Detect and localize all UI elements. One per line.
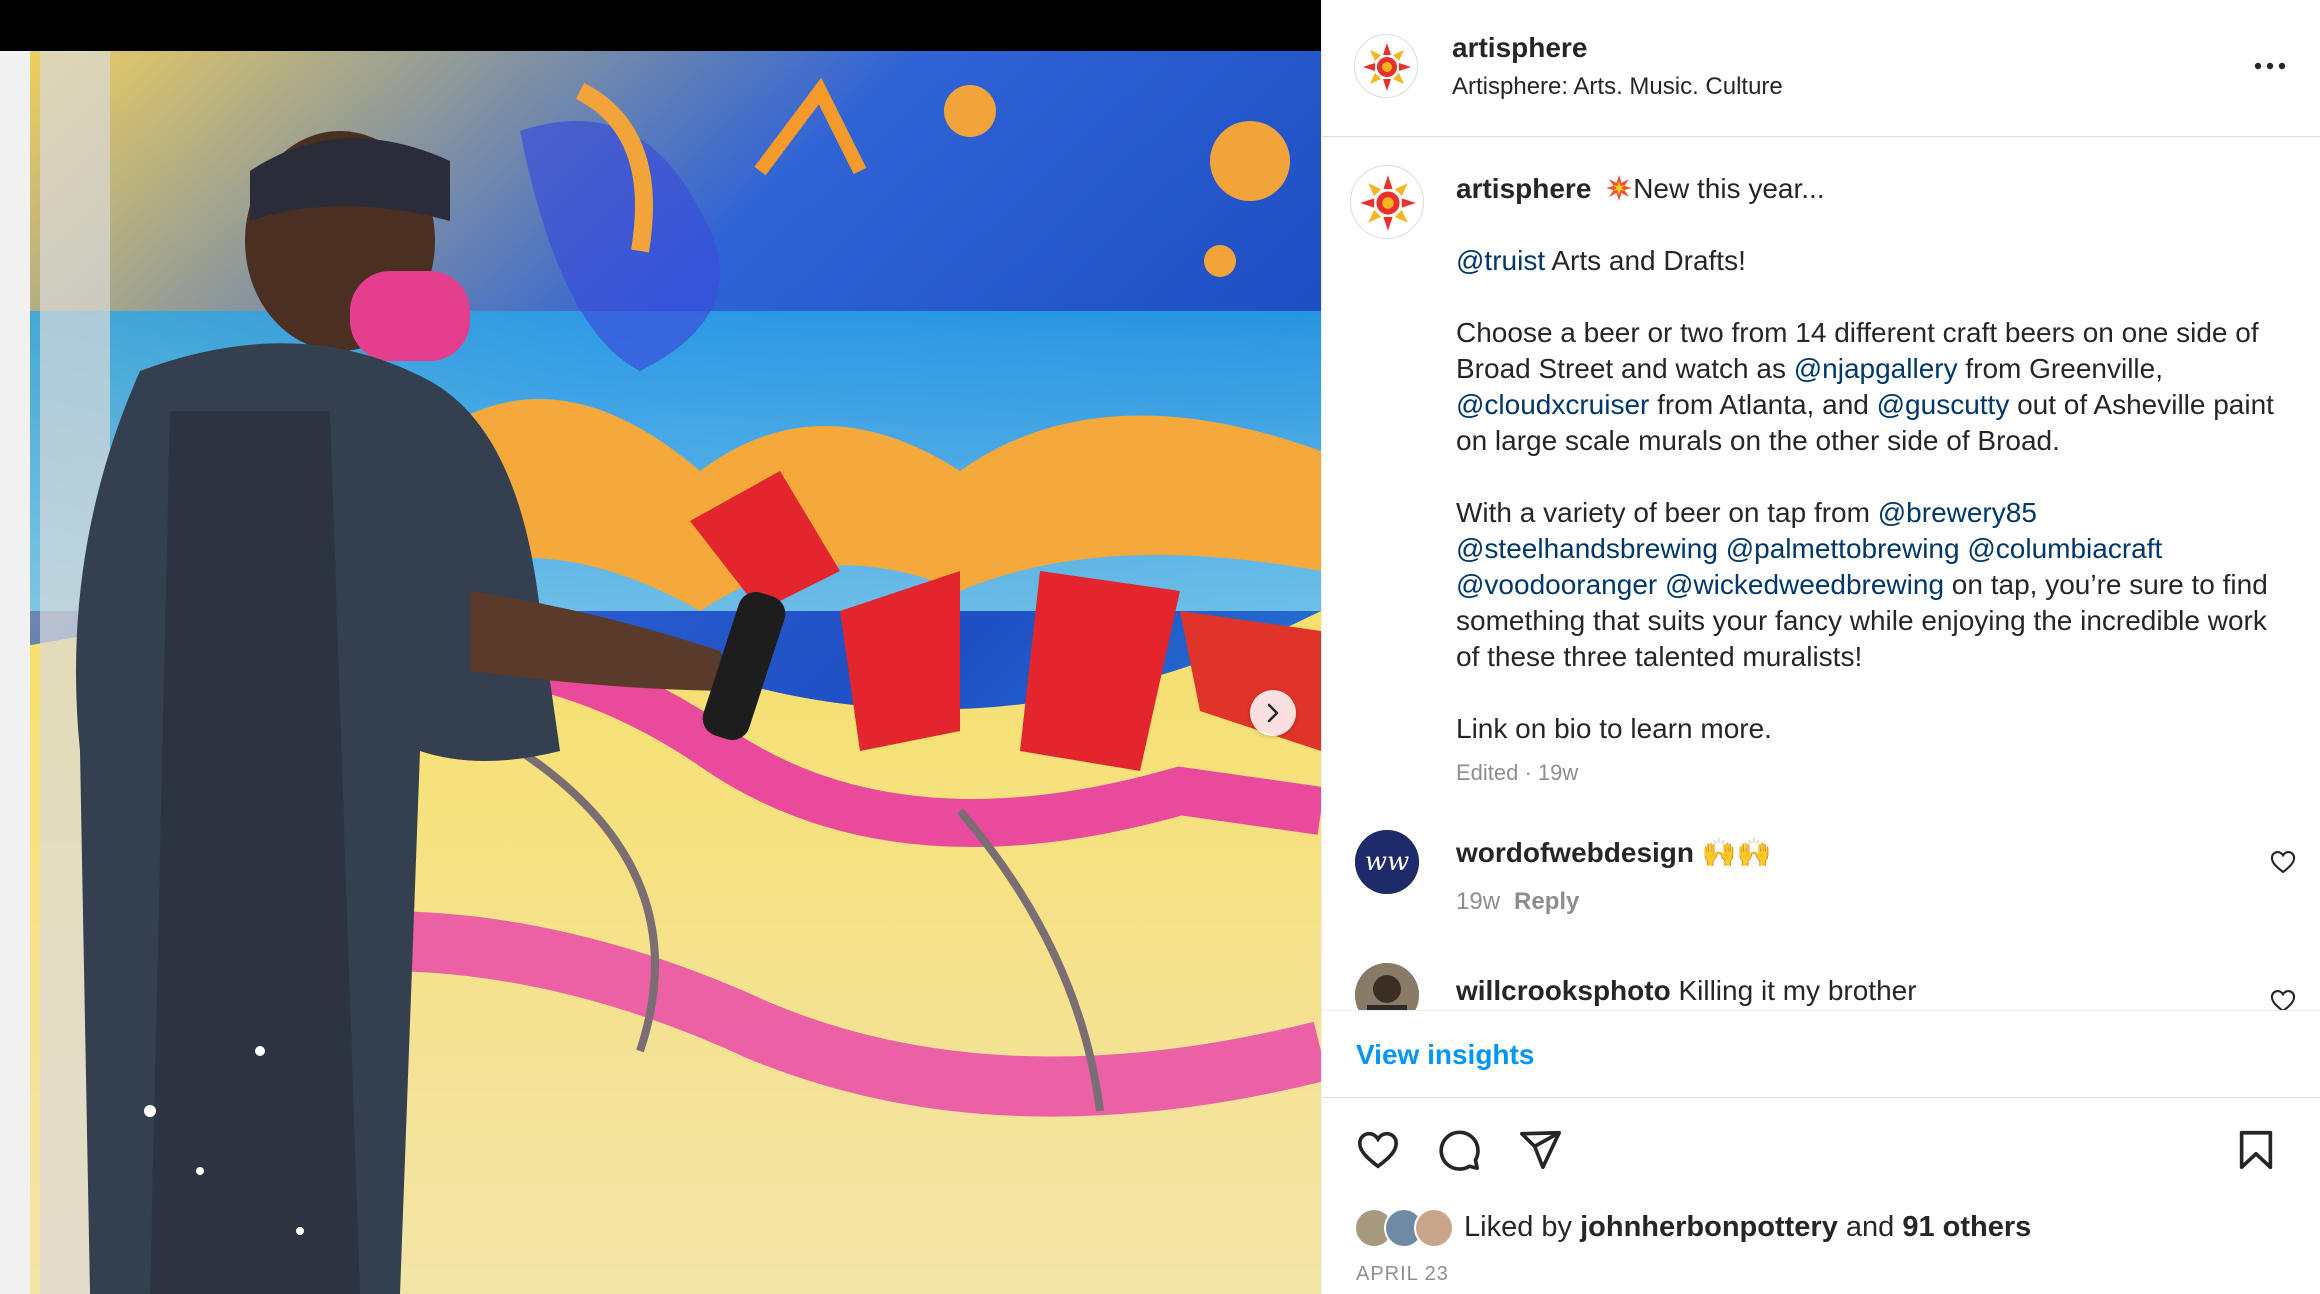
post-caption: artisphere New this year... @truist Arts… [1456,171,2286,783]
heart-icon[interactable] [2269,987,2297,1010]
mention-cloudxcruiser[interactable]: @cloudxcruiser [1456,389,1649,420]
share-icon [1519,1130,1561,1170]
post-header: artisphere Artisphere: Arts. Music. Cult… [1322,0,2320,137]
likes-prefix: Liked by [1464,1211,1581,1243]
mention-steelhandsbrewing[interactable]: @steelhandsbrewing [1456,533,1718,564]
comment-username[interactable]: wordofwebdesign [1456,837,1694,868]
account-avatar[interactable] [1354,34,1418,98]
instagram-post-view: artisphere Artisphere: Arts. Music. Cult… [0,0,2320,1294]
mural-photo-image [0,51,1321,1294]
comment-avatar-initials: ww [1365,847,1410,877]
likes-count-link[interactable]: 91 others [1902,1211,2031,1243]
more-icon [2254,62,2286,70]
next-slide-button[interactable] [1250,690,1296,736]
view-insights-link[interactable]: View insights [1356,1039,1534,1071]
like-button[interactable] [1354,1126,1402,1174]
comment-body: Killing it my brother [1678,975,1917,1006]
comment-text: wordofwebdesign 🙌🙌 [1456,836,1772,869]
insights-bar: View insights [1322,1010,2320,1098]
likes-row: Liked by johnherbonpottery and 91 others [1354,1206,2314,1250]
comment-avatar[interactable] [1355,963,1419,1010]
reply-button[interactable]: Reply [1514,888,1579,915]
comment-icon [1439,1130,1480,1171]
save-button[interactable] [2232,1126,2280,1174]
bookmark-icon [2239,1130,2273,1170]
caption-avatar[interactable] [1350,165,1424,239]
post-side-panel: artisphere Artisphere: Arts. Music. Cult… [1321,0,2320,1294]
liker-username[interactable]: johnherbonpottery [1580,1211,1838,1243]
heart-icon [1357,1131,1399,1169]
share-button[interactable] [1516,1126,1564,1174]
liker-avatar [1414,1208,1454,1248]
collision-emoji-icon [1606,175,1633,201]
comment-text: willcrooksphoto Killing it my brother [1456,975,1917,1007]
post-date[interactable]: APRIL 23 [1356,1263,1449,1286]
mention-njapgallery[interactable]: @njapgallery [1794,353,1958,384]
action-bar [1322,1098,2320,1198]
likes-middle: and [1837,1211,1903,1243]
comment-time[interactable]: 19w [1456,888,1500,915]
comment-username[interactable]: willcrooksphoto [1456,975,1671,1006]
caption-p2-b: from Greenville, [1957,353,2163,384]
caption-p3-a: With a variety of beer on tap from [1456,497,1878,528]
comment-item: willcrooksphoto Killing it my brother [1322,963,2320,1010]
liker-avatars[interactable] [1354,1206,1458,1248]
sun-logo-icon [1363,43,1411,91]
media-top-bar [0,0,1321,51]
heart-icon[interactable] [2269,848,2297,876]
caption-p2-c: from Atlanta, and [1649,389,1877,420]
wordofwebdesign-logo-icon: ww [1355,830,1419,894]
comments-section[interactable]: artisphere New this year... @truist Arts… [1322,137,2320,1010]
caption-line1: New this year... [1633,173,1825,204]
mention-voodooranger[interactable]: @voodooranger [1456,569,1657,600]
post-media [0,0,1321,1294]
comment-item: ww wordofwebdesign 🙌🙌 19w Reply [1322,830,2320,940]
mention-guscutty[interactable]: @guscutty [1877,389,2010,420]
caption-timestamp[interactable]: Edited · 19w [1456,760,1578,786]
account-username[interactable]: artisphere [1452,32,1587,64]
mention-columbiacraft[interactable]: @columbiacraft [1967,533,2162,564]
comment-button[interactable] [1435,1126,1483,1174]
more-options-button[interactable] [2248,52,2292,80]
sun-logo-icon [1360,175,1416,231]
account-subtitle[interactable]: Artisphere: Arts. Music. Culture [1452,73,1783,101]
caption-p4: Link on bio to learn more. [1456,713,1772,744]
post-photo[interactable] [0,51,1321,1294]
comment-body: 🙌🙌 [1701,837,1772,868]
caption-username[interactable]: artisphere [1456,173,1591,204]
mention-palmettobrewing[interactable]: @palmettobrewing [1726,533,1960,564]
next-arrow-icon [1267,703,1279,723]
mention-wickedweedbrewing[interactable]: @wickedweedbrewing [1665,569,1944,600]
likes-text: Liked by johnherbonpottery and 91 others [1464,1211,2031,1244]
comment-avatar[interactable]: ww [1355,830,1419,894]
user-photo-icon [1355,963,1419,1010]
caption-line2: Arts and Drafts! [1545,245,1746,276]
mention-truist[interactable]: @truist [1456,245,1545,276]
comment-meta: 19w Reply [1456,888,1579,916]
mention-brewery85[interactable]: @brewery85 [1878,497,2037,528]
